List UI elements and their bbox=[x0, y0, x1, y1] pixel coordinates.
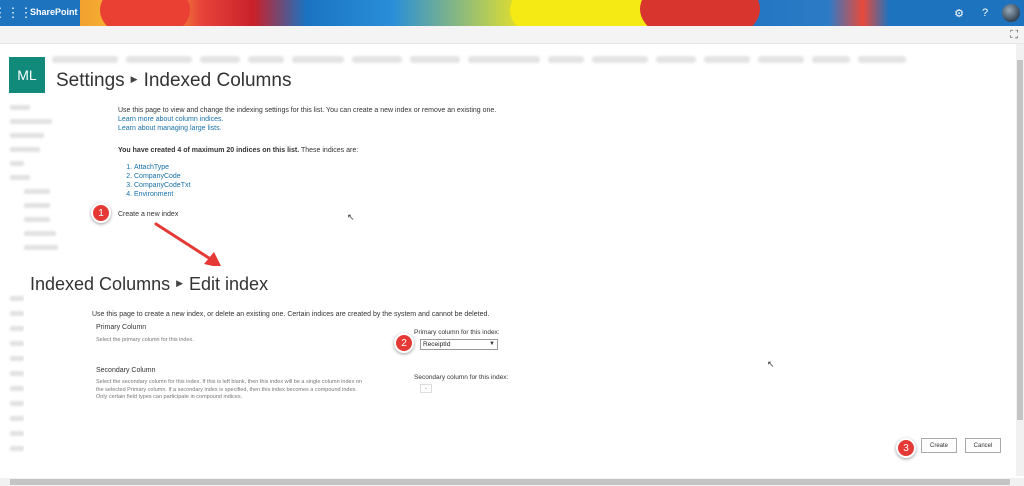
edit-index-description: Use this page to create a new index, or … bbox=[92, 311, 490, 318]
primary-column-title: Primary Column bbox=[96, 324, 147, 331]
caret-right-icon: ▶ bbox=[176, 278, 184, 289]
list-item[interactable]: AttachType bbox=[134, 163, 538, 172]
nav-item[interactable] bbox=[410, 56, 460, 63]
secondary-column-select[interactable]: ⌄ bbox=[420, 384, 432, 393]
callout-3: 3 bbox=[896, 438, 916, 458]
breadcrumb-root[interactable]: Settings bbox=[56, 70, 125, 91]
nav-item[interactable] bbox=[10, 401, 24, 406]
nav-item[interactable] bbox=[10, 416, 24, 421]
gear-icon[interactable]: ⚙ bbox=[946, 7, 972, 20]
learn-large-lists-link[interactable]: Learn about managing large lists. bbox=[118, 125, 222, 132]
help-icon[interactable]: ? bbox=[972, 7, 998, 19]
cancel-button[interactable]: Cancel bbox=[965, 438, 1001, 453]
nav-item[interactable] bbox=[468, 56, 540, 63]
nav-item[interactable] bbox=[704, 56, 750, 63]
nav-item[interactable] bbox=[126, 56, 192, 63]
screenshot-root: ⋮⋮⋮ SharePoint ⚙ ? ⛶ ML Settings ▶ Indexed… bbox=[0, 0, 1024, 486]
mouse-cursor-icon: ↖ bbox=[347, 212, 355, 222]
nav-item[interactable] bbox=[10, 175, 30, 180]
chevron-down-icon: ▼ bbox=[489, 341, 495, 347]
nav-item[interactable] bbox=[10, 296, 24, 301]
nav-item[interactable] bbox=[24, 245, 58, 250]
page-title: Settings ▶ Indexed Columns bbox=[56, 70, 291, 92]
nav-item[interactable] bbox=[758, 56, 804, 63]
nav-item[interactable] bbox=[10, 326, 24, 331]
nav-item[interactable] bbox=[10, 386, 24, 391]
primary-column-description: Select the primary column for this index… bbox=[96, 337, 194, 343]
secondary-column-label: Secondary column for this index: bbox=[414, 374, 509, 381]
nav-item[interactable] bbox=[858, 56, 906, 63]
list-item[interactable]: CompanyCode bbox=[134, 172, 538, 181]
site-logo[interactable]: ML bbox=[9, 57, 45, 93]
primary-column-label: Primary column for this index: bbox=[414, 329, 500, 336]
intro-text: Use this page to view and change the ind… bbox=[118, 107, 497, 114]
avatar[interactable] bbox=[1002, 4, 1020, 22]
top-navigation bbox=[52, 56, 1017, 66]
edit-index-panel: Indexed Columns ▶ Edit index Use this page… bbox=[24, 266, 1019, 481]
nav-item[interactable] bbox=[10, 446, 24, 451]
nav-item[interactable] bbox=[10, 133, 44, 138]
mouse-cursor-icon: ↖ bbox=[767, 359, 775, 369]
create-new-index-link[interactable]: Create a new index bbox=[118, 211, 178, 218]
nav-item[interactable] bbox=[10, 311, 24, 316]
caret-right-icon: ▶ bbox=[130, 73, 138, 84]
nav-item[interactable] bbox=[10, 431, 24, 436]
learn-column-indices-link[interactable]: Learn more about column indices. bbox=[118, 116, 223, 123]
vertical-scrollbar[interactable] bbox=[1016, 44, 1024, 476]
indexed-columns-content: Use this page to view and change the ind… bbox=[118, 106, 538, 199]
nav-item[interactable] bbox=[248, 56, 284, 63]
list-item[interactable]: CompanyCodeTxt bbox=[134, 181, 538, 190]
nav-item[interactable] bbox=[10, 356, 24, 361]
nav-item[interactable] bbox=[10, 371, 24, 376]
suite-actions: ⚙ ? bbox=[946, 0, 1024, 26]
nav-item[interactable] bbox=[10, 119, 52, 124]
waffle-icon[interactable]: ⋮⋮⋮ bbox=[0, 0, 33, 26]
secondary-column-description: Select the secondary column for this ind… bbox=[96, 379, 362, 400]
nav-item[interactable] bbox=[656, 56, 696, 63]
horizontal-scrollbar[interactable] bbox=[0, 478, 1024, 486]
edit-index-title: Indexed Columns ▶ Edit index bbox=[30, 274, 268, 295]
nav-item[interactable] bbox=[24, 189, 50, 194]
secondary-column-title: Secondary Column bbox=[96, 367, 156, 374]
callout-1: 1 bbox=[91, 203, 111, 223]
index-list: AttachType CompanyCode CompanyCodeTxt En… bbox=[118, 163, 538, 199]
nav-item[interactable] bbox=[548, 56, 584, 63]
nav-item[interactable] bbox=[10, 105, 30, 110]
left-navigation bbox=[10, 105, 60, 259]
suite-bar: ⋮⋮⋮ SharePoint ⚙ ? bbox=[0, 0, 1024, 26]
nav-item[interactable] bbox=[200, 56, 240, 63]
nav-item[interactable] bbox=[10, 161, 24, 166]
breadcrumb-current: Indexed Columns bbox=[143, 70, 292, 91]
nav-item[interactable] bbox=[812, 56, 850, 63]
app-brand[interactable]: SharePoint bbox=[30, 7, 78, 17]
nav-item[interactable] bbox=[24, 203, 50, 208]
index-count: You have created 4 of maximum 20 indices… bbox=[118, 147, 359, 154]
focus-mode-icon[interactable]: ⛶ bbox=[1010, 29, 1018, 42]
nav-item[interactable] bbox=[352, 56, 402, 63]
primary-column-select[interactable]: ReceiptId ▼ bbox=[420, 339, 498, 350]
left-navigation-partial bbox=[10, 296, 24, 461]
banner-art bbox=[80, 0, 950, 26]
nav-item[interactable] bbox=[24, 231, 56, 236]
list-item[interactable]: Environment bbox=[134, 190, 538, 199]
callout-2: 2 bbox=[394, 333, 414, 353]
nav-item[interactable] bbox=[10, 341, 24, 346]
nav-item[interactable] bbox=[292, 56, 344, 63]
create-button[interactable]: Create bbox=[921, 438, 957, 453]
nav-item[interactable] bbox=[52, 56, 118, 63]
breadcrumb-current: Edit index bbox=[189, 274, 269, 294]
breadcrumb-root[interactable]: Indexed Columns bbox=[30, 274, 170, 294]
nav-item[interactable] bbox=[10, 147, 40, 152]
nav-item[interactable] bbox=[24, 217, 50, 222]
nav-item[interactable] bbox=[592, 56, 648, 63]
command-row: ⛶ bbox=[0, 26, 1024, 44]
